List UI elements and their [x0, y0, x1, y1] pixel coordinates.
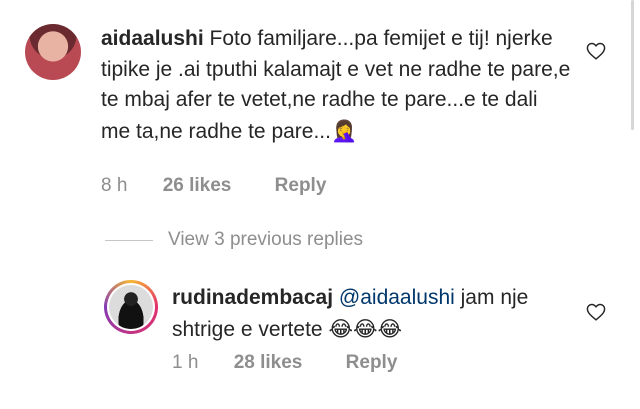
story-ring[interactable] — [104, 280, 158, 334]
heart-outline-icon[interactable] — [586, 303, 606, 321]
reply-mention[interactable]: @aidaalushi — [339, 286, 455, 309]
comment-username[interactable]: aidaalushi — [101, 27, 204, 50]
comment-likes[interactable]: 26 likes — [163, 175, 232, 196]
reply-body: rudinadembacaj @aidaalushi jam nje shtri… — [172, 283, 572, 345]
view-previous-replies[interactable]: View 3 previous replies — [168, 229, 363, 251]
avatar-image — [109, 285, 153, 329]
avatar[interactable] — [25, 24, 81, 80]
laughing-emoji: 😂😂😂 — [328, 316, 403, 341]
reply-username[interactable]: rudinadembacaj — [172, 286, 333, 309]
facepalm-emoji: 🤦‍♀️ — [330, 118, 358, 143]
comment-meta: 8 h 26 likes Reply — [101, 175, 326, 197]
reply-reply-button[interactable]: Reply — [346, 352, 398, 373]
scrollbar[interactable] — [631, 0, 634, 130]
replies-divider — [105, 240, 153, 241]
reply-meta: 1 h 28 likes Reply — [172, 352, 397, 374]
reply-likes[interactable]: 28 likes — [234, 352, 303, 373]
avatar[interactable] — [107, 283, 155, 331]
comment-reply-button[interactable]: Reply — [275, 175, 327, 196]
comment-time: 8 h — [101, 175, 128, 196]
heart-outline-icon[interactable] — [586, 42, 606, 60]
comment-body: aidaalushi Foto familjare...pa femijet e… — [101, 24, 571, 147]
reply-time: 1 h — [172, 352, 199, 373]
